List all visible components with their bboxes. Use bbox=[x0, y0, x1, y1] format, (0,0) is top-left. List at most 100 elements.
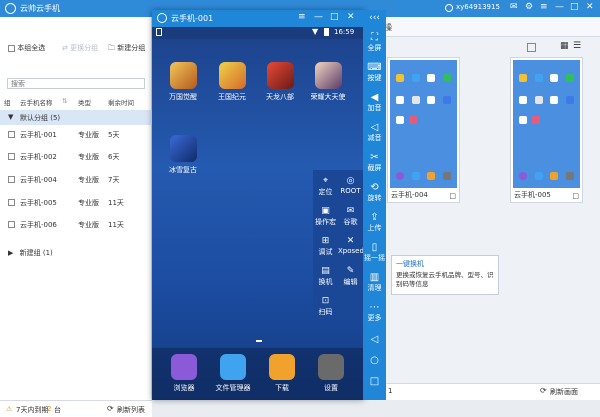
device-thumbnail[interactable]: 云手机-005 □ bbox=[510, 57, 583, 203]
mini-app-icon bbox=[411, 172, 420, 180]
device-thumbnail[interactable]: 云手机-004 □ bbox=[387, 57, 460, 203]
select-all-checkbox[interactable]: 本组全选 bbox=[8, 43, 45, 53]
more-button[interactable]: ⋯ 更多 bbox=[363, 302, 386, 323]
settings-icon bbox=[318, 354, 344, 380]
table-row[interactable]: 云手机-002 专业版 6天 bbox=[0, 147, 152, 167]
row-checkbox[interactable] bbox=[8, 221, 15, 228]
volume-up-button[interactable]: ◀ 加音 bbox=[363, 92, 386, 113]
toolbar-label: 加音 bbox=[367, 104, 382, 112]
download-app[interactable]: 下载 bbox=[260, 354, 304, 393]
table-row[interactable]: 云手机-001 专业版 5天 bbox=[0, 125, 152, 145]
grid-view-icon[interactable]: ▦ bbox=[560, 41, 569, 51]
row-checkbox[interactable] bbox=[8, 176, 15, 183]
row-checkbox[interactable] bbox=[8, 199, 15, 206]
expiring-text[interactable]: 7天内到期 bbox=[16, 405, 48, 415]
thumbnail-checkbox[interactable]: □ bbox=[572, 192, 579, 200]
app-icon-2[interactable]: 王国纪元 bbox=[212, 62, 252, 102]
refresh-icon[interactable]: ⟳ bbox=[107, 404, 114, 413]
refresh-list-button[interactable]: 刷新列表 bbox=[117, 405, 145, 415]
google-button[interactable]: ✉ 谷歌 bbox=[338, 206, 363, 227]
toolbar-label: 减音 bbox=[367, 134, 382, 142]
expand-icon[interactable]: ▶ bbox=[8, 249, 13, 257]
mini-app-icon bbox=[534, 172, 543, 180]
root-button[interactable]: ◎ ROOT bbox=[338, 176, 363, 195]
list-view-icon[interactable]: ☰ bbox=[573, 41, 581, 51]
refresh-screen-icon[interactable]: ⟳ bbox=[540, 386, 547, 395]
app-label: 王国纪元 bbox=[218, 93, 246, 101]
minimize-icon[interactable]: — bbox=[555, 2, 564, 12]
account-id[interactable]: xy64913915 bbox=[456, 3, 500, 11]
locate-button[interactable]: ⌖ 定位 bbox=[313, 176, 338, 197]
macro-button[interactable]: ▣ 操作宏 bbox=[313, 206, 338, 227]
settings-icon[interactable]: ⚙ bbox=[525, 2, 533, 12]
select-checkbox[interactable] bbox=[527, 43, 536, 52]
expiring-unit: 台 bbox=[54, 406, 61, 414]
column-header-group[interactable]: 组 bbox=[4, 97, 11, 107]
keys-button[interactable]: ⌨ 按键 bbox=[363, 62, 386, 83]
mini-app-icon bbox=[565, 74, 574, 82]
back-button[interactable]: ◁ bbox=[363, 334, 386, 345]
debug-button[interactable]: ⊞ 调试 bbox=[313, 236, 338, 257]
shake-button[interactable]: ▯ 摇一摇 bbox=[363, 242, 386, 263]
change-group-button[interactable]: ⇄ 更换分组 bbox=[62, 43, 98, 53]
new-group-button[interactable]: 🗀 新建分组 bbox=[108, 43, 145, 55]
edit-button[interactable]: ✎ 编辑 bbox=[338, 266, 363, 287]
app-icon-3[interactable]: 天龙八部 bbox=[260, 62, 300, 102]
game-icon bbox=[169, 135, 197, 162]
screenshot-button[interactable]: ✂ 截屏 bbox=[363, 152, 386, 173]
settings-app[interactable]: 设置 bbox=[309, 354, 353, 393]
left-footer: ⚠ 7天内到期 2 台 ⟳ 刷新列表 bbox=[0, 400, 152, 417]
account-avatar-icon[interactable] bbox=[445, 4, 453, 12]
collapse-icon[interactable]: ▼ bbox=[8, 113, 13, 121]
table-row[interactable]: 云手机-005 专业版 11天 bbox=[0, 193, 152, 213]
checkbox-icon[interactable] bbox=[8, 44, 15, 52]
app-icon-5[interactable]: 冰雪复古 bbox=[163, 135, 203, 175]
menu-icon[interactable]: ≡ bbox=[540, 2, 548, 12]
menu-icon[interactable]: ≡ bbox=[298, 12, 306, 22]
column-header-time[interactable]: 剩余时间 bbox=[108, 97, 134, 107]
home-button[interactable]: ○ bbox=[363, 355, 386, 366]
refresh-screen-button[interactable]: 刷新画面 bbox=[550, 387, 578, 397]
close-icon[interactable]: ✕ bbox=[347, 12, 355, 22]
maximize-icon[interactable]: □ bbox=[330, 12, 339, 22]
search-input[interactable] bbox=[7, 78, 145, 89]
sort-icon[interactable]: ⇅ bbox=[62, 97, 67, 105]
close-icon[interactable]: ✕ bbox=[586, 2, 594, 12]
change-device-button[interactable]: ▤ 换机 bbox=[313, 266, 338, 287]
collapse-toolbar-icon[interactable]: ‹‹‹ bbox=[363, 13, 386, 23]
table-row[interactable]: 云手机-006 专业版 11天 bbox=[0, 215, 152, 235]
fullscreen-button[interactable]: ⛶ 全屏 bbox=[363, 32, 386, 53]
new-group-row[interactable]: ▶ 新建组 (1) bbox=[8, 248, 53, 258]
message-icon[interactable]: ✉ bbox=[510, 2, 518, 12]
column-header-type[interactable]: 类型 bbox=[78, 97, 91, 107]
upload-button[interactable]: ⇪ 上传 bbox=[363, 212, 386, 233]
mini-app-icon bbox=[519, 172, 527, 180]
tooltip-title: 一键换机 bbox=[396, 260, 424, 268]
minimize-icon[interactable]: — bbox=[314, 12, 323, 22]
file-manager-app[interactable]: 文件管理器 bbox=[211, 354, 255, 393]
more-icon: ⋯ bbox=[369, 302, 380, 313]
footer-number: 1 bbox=[388, 387, 393, 395]
folder-add-icon: 🗀 bbox=[108, 44, 115, 52]
mini-app-icon bbox=[550, 74, 559, 82]
browser-app[interactable]: 浏览器 bbox=[162, 354, 206, 393]
column-header-name[interactable]: 云手机名称 bbox=[20, 97, 53, 107]
google-icon: ✉ bbox=[346, 206, 355, 216]
device-type: 专业版 bbox=[78, 153, 99, 161]
xposed-button[interactable]: ✕ Xposed bbox=[338, 236, 364, 255]
rotate-button[interactable]: ⟲ 旋转 bbox=[363, 182, 386, 203]
device-time: 6天 bbox=[108, 153, 120, 161]
thumbnail-checkbox[interactable]: □ bbox=[449, 192, 456, 200]
recent-apps-button[interactable]: □ bbox=[363, 376, 386, 387]
scan-button[interactable]: ⊡ 扫码 bbox=[313, 296, 338, 317]
row-checkbox[interactable] bbox=[8, 131, 15, 138]
dock-label: 文件管理器 bbox=[215, 384, 251, 392]
app-icon-4[interactable]: 荣耀大天使 bbox=[308, 62, 348, 102]
clean-button[interactable]: ▥ 清理 bbox=[363, 272, 386, 293]
table-row[interactable]: 云手机-004 专业版 7天 bbox=[0, 170, 152, 190]
maximize-icon[interactable]: □ bbox=[570, 2, 579, 12]
app-icon-1[interactable]: 万国觉醒 bbox=[163, 62, 203, 102]
row-checkbox[interactable] bbox=[8, 153, 15, 160]
default-group-row[interactable]: ▼ 默认分组 (5) bbox=[0, 110, 152, 125]
volume-down-button[interactable]: ◁ 减音 bbox=[363, 122, 386, 143]
